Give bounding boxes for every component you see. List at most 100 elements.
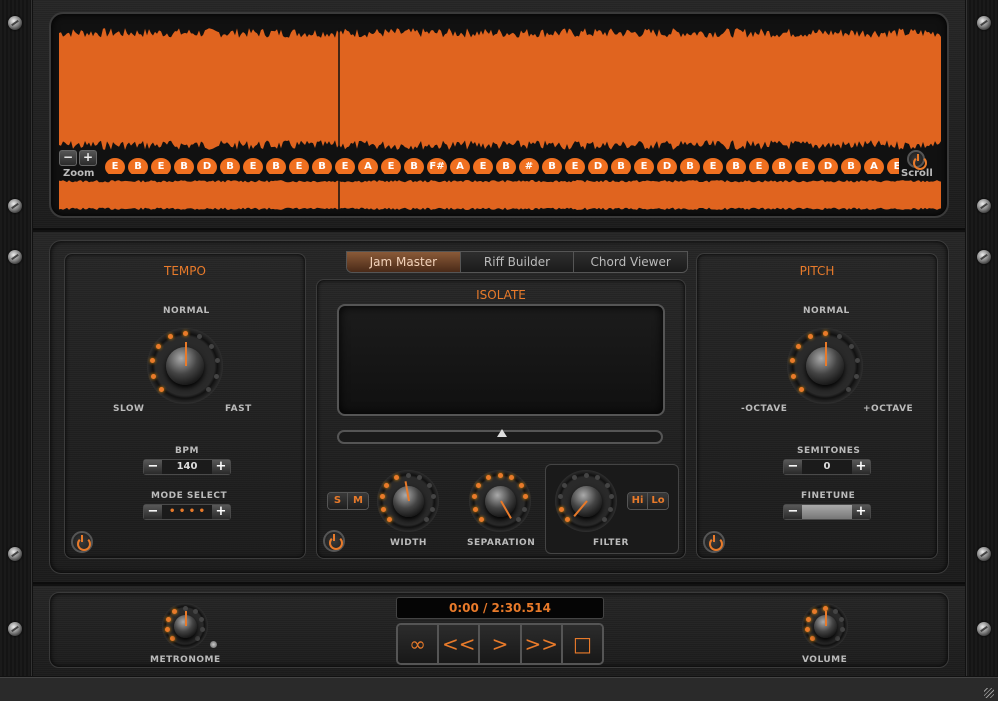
- isolate-pan-slider[interactable]: [337, 429, 663, 444]
- chord-note-marker[interactable]: D: [657, 158, 677, 174]
- chord-note-marker[interactable]: E: [634, 158, 654, 174]
- knob-tick-icon: [169, 636, 175, 642]
- chord-note-marker[interactable]: E: [381, 158, 401, 174]
- knob-tick-icon: [849, 344, 855, 350]
- resize-grip-icon[interactable]: [984, 688, 994, 698]
- chord-note-marker[interactable]: A: [358, 158, 378, 174]
- chord-note-marker[interactable]: D: [197, 158, 217, 174]
- mute-button[interactable]: M: [348, 493, 368, 509]
- chord-note-marker[interactable]: B: [266, 158, 286, 174]
- chord-note-marker[interactable]: B: [496, 158, 516, 174]
- bpm-increase-button[interactable]: +: [212, 460, 230, 474]
- chord-note-marker[interactable]: B: [174, 158, 194, 174]
- chord-note-marker[interactable]: E: [105, 158, 125, 174]
- knob-tick-icon: [476, 483, 482, 489]
- play-button[interactable]: >: [480, 625, 522, 663]
- chord-note-marker[interactable]: #: [519, 158, 539, 174]
- chord-note-marker[interactable]: B: [404, 158, 424, 174]
- tempo-knob[interactable]: [147, 328, 223, 404]
- separation-knob[interactable]: [469, 470, 531, 532]
- waveform-main[interactable]: [59, 28, 941, 150]
- knob-tick-icon: [799, 386, 805, 392]
- screw-icon: [977, 199, 991, 213]
- bpm-decrease-button[interactable]: −: [144, 460, 162, 474]
- tab-riff-builder[interactable]: Riff Builder: [460, 252, 575, 272]
- chord-note-marker[interactable]: E: [473, 158, 493, 174]
- loop-button[interactable]: ∞: [398, 625, 440, 663]
- chord-note-marker[interactable]: B: [542, 158, 562, 174]
- filter-hi-button[interactable]: Hi: [628, 493, 648, 509]
- knob-tick-icon: [380, 506, 386, 512]
- knob-tick-icon: [497, 472, 503, 478]
- zoom-out-button[interactable]: −: [59, 150, 77, 166]
- chord-note-marker[interactable]: E: [887, 158, 899, 174]
- knob-tick-icon: [812, 608, 818, 614]
- chord-note-marker[interactable]: B: [726, 158, 746, 174]
- tempo-slow-label: SLOW: [113, 404, 145, 414]
- finetune-slider[interactable]: [802, 505, 852, 519]
- isolate-display[interactable]: [337, 304, 665, 416]
- chord-note-marker[interactable]: B: [312, 158, 332, 174]
- solo-button[interactable]: S: [328, 493, 348, 509]
- pitch-normal-label: NORMAL: [803, 306, 850, 316]
- semitones-decrease-button[interactable]: −: [784, 460, 802, 474]
- volume-label: VOLUME: [802, 655, 848, 665]
- time-display: 0:00 / 2:30.514: [396, 597, 604, 619]
- chord-note-marker[interactable]: E: [795, 158, 815, 174]
- main-rack: Jam Master Riff Builder Chord Viewer TEM…: [33, 232, 965, 584]
- tab-jam-master[interactable]: Jam Master: [347, 252, 461, 272]
- knob-tick-icon: [795, 344, 801, 350]
- mode-next-button[interactable]: +: [212, 505, 230, 519]
- tab-chord-viewer[interactable]: Chord Viewer: [574, 252, 687, 272]
- stop-button[interactable]: □: [562, 625, 602, 663]
- left-rack-rail: [0, 0, 32, 676]
- finetune-increase-button[interactable]: +: [852, 505, 870, 519]
- chord-note-marker[interactable]: E: [151, 158, 171, 174]
- chord-note-marker[interactable]: B: [128, 158, 148, 174]
- chord-note-marker[interactable]: E: [703, 158, 723, 174]
- metronome-knob[interactable]: [162, 603, 208, 649]
- chord-note-strip[interactable]: EBEBDBEBEBEAEBF#AEB#BEDBEDBEBEBEDBAEB#AE…: [105, 154, 899, 174]
- zoom-in-button[interactable]: +: [79, 150, 97, 166]
- chord-note-marker[interactable]: B: [772, 158, 792, 174]
- chord-note-marker[interactable]: E: [289, 158, 309, 174]
- pitch-knob[interactable]: [787, 328, 863, 404]
- filter-lo-button[interactable]: Lo: [648, 493, 668, 509]
- screw-icon: [8, 16, 22, 30]
- chord-note-marker[interactable]: F#: [427, 158, 447, 174]
- rewind-button[interactable]: <<: [439, 625, 481, 663]
- chord-note-marker[interactable]: E: [749, 158, 769, 174]
- slider-thumb-icon[interactable]: [497, 429, 507, 437]
- pitch-plus-octave-label: +OCTAVE: [863, 404, 914, 414]
- chord-note-marker[interactable]: E: [335, 158, 355, 174]
- width-knob[interactable]: [377, 470, 439, 532]
- chord-note-marker[interactable]: B: [680, 158, 700, 174]
- chord-note-marker[interactable]: A: [450, 158, 470, 174]
- semitones-increase-button[interactable]: +: [852, 460, 870, 474]
- chord-note-marker[interactable]: B: [220, 158, 240, 174]
- volume-knob[interactable]: [802, 603, 848, 649]
- filter-knob[interactable]: [555, 470, 617, 532]
- knob-pointer-icon: [185, 611, 187, 626]
- waveform-display[interactable]: − + Zoom E B E B D B E B E B E A E B F# A E B # B E D B E D B E B E B…: [49, 12, 949, 218]
- mode-previous-button[interactable]: −: [144, 505, 162, 519]
- knob-tick-icon: [583, 472, 589, 478]
- isolate-power-icon[interactable]: [323, 530, 345, 552]
- chord-note-marker[interactable]: E: [243, 158, 263, 174]
- mode-select-label: MODE SELECT: [151, 491, 228, 501]
- semitones-stepper: − 0 +: [783, 459, 871, 475]
- waveform-overview[interactable]: [59, 180, 941, 210]
- finetune-decrease-button[interactable]: −: [784, 505, 802, 519]
- chord-note-marker[interactable]: D: [818, 158, 838, 174]
- chord-note-marker[interactable]: B: [611, 158, 631, 174]
- knob-tick-icon: [167, 334, 173, 340]
- tempo-power-icon[interactable]: [71, 531, 93, 553]
- chord-note-marker[interactable]: D: [588, 158, 608, 174]
- fast-forward-button[interactable]: >>: [521, 625, 563, 663]
- chord-note-marker[interactable]: A: [864, 158, 884, 174]
- scroll-toggle-icon[interactable]: [907, 150, 927, 170]
- pitch-power-icon[interactable]: [703, 531, 725, 553]
- tempo-title: TEMPO: [164, 264, 206, 278]
- chord-note-marker[interactable]: B: [841, 158, 861, 174]
- chord-note-marker[interactable]: E: [565, 158, 585, 174]
